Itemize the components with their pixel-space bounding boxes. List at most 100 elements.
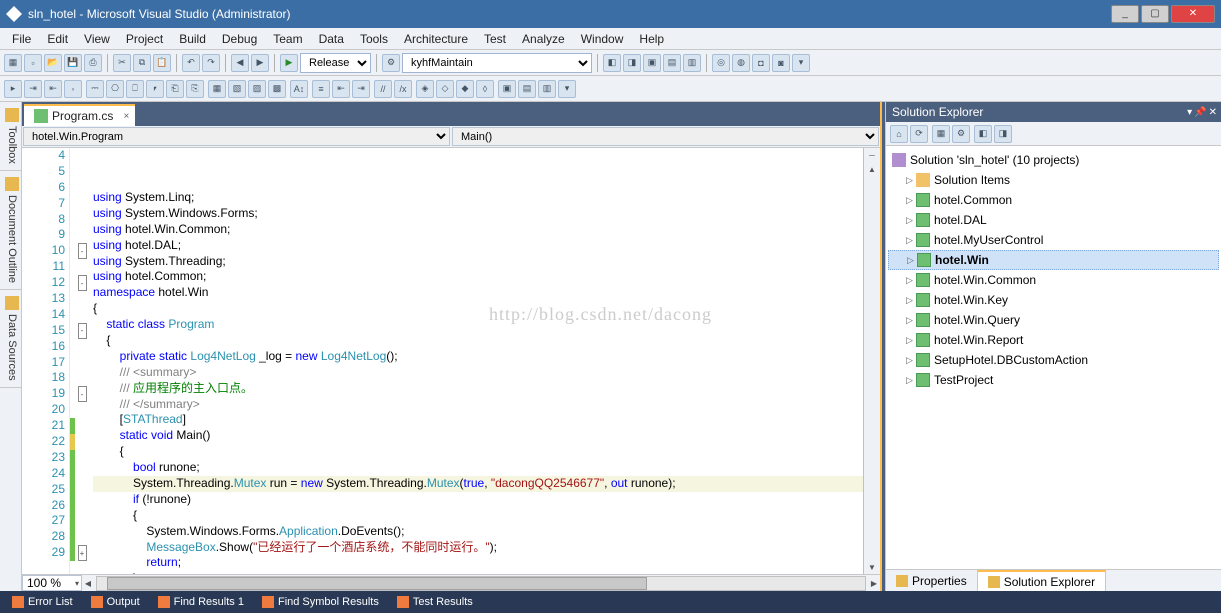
fold-toggle[interactable]: - — [78, 323, 87, 339]
show-all-icon[interactable]: ▦ — [932, 125, 950, 143]
solution-tree[interactable]: Solution 'sln_hotel' (10 projects)▷Solut… — [886, 146, 1221, 569]
code-line[interactable]: using System.Linq; — [93, 190, 863, 206]
solution-node[interactable]: Solution 'sln_hotel' (10 projects) — [888, 150, 1219, 170]
new-file-icon[interactable]: ▫ — [24, 54, 42, 72]
menu-team[interactable]: Team — [265, 30, 310, 48]
code-line[interactable]: bool runone; — [93, 460, 863, 476]
menu-window[interactable]: Window — [573, 30, 632, 48]
tool-icon[interactable]: ▥ — [683, 54, 701, 72]
expand-icon[interactable]: ▷ — [906, 315, 916, 326]
comment-icon[interactable]: // — [374, 80, 392, 98]
indent-icon[interactable]: ⇥ — [352, 80, 370, 98]
text-icon[interactable]: ▨ — [248, 80, 266, 98]
pin-icon[interactable]: × — [124, 111, 130, 122]
code-line[interactable]: static void Main() — [93, 428, 863, 444]
tree-item-hotel-win[interactable]: ▷hotel.Win — [888, 250, 1219, 270]
member-nav-select[interactable]: Main() — [452, 127, 879, 146]
code-line[interactable]: private static Log4NetLog _log = new Log… — [93, 349, 863, 365]
menu-architecture[interactable]: Architecture — [396, 30, 476, 48]
bookmark-icon[interactable]: ◈ — [416, 80, 434, 98]
menu-tools[interactable]: Tools — [352, 30, 396, 48]
tool-icon[interactable]: ▣ — [498, 80, 516, 98]
tree-item-hotel-common[interactable]: ▷hotel.Common — [888, 190, 1219, 210]
code-line[interactable]: { — [93, 508, 863, 524]
vertical-scrollbar[interactable]: ─ ▲ ▼ — [863, 148, 880, 574]
code-line[interactable]: if (!runone) — [93, 492, 863, 508]
bottom-tab-test-results[interactable]: Test Results — [389, 594, 481, 610]
code-line[interactable]: [STAThread] — [93, 412, 863, 428]
expand-icon[interactable]: ▷ — [906, 295, 916, 306]
code-text[interactable]: http://blog.csdn.net/dacong using System… — [89, 148, 863, 574]
exp-tab-solution-explorer[interactable]: Solution Explorer — [978, 570, 1106, 591]
text-icon[interactable]: ⎔ — [106, 80, 124, 98]
text-icon[interactable]: A↕ — [290, 80, 308, 98]
code-line[interactable]: using hotel.Common; — [93, 269, 863, 285]
tree-item-hotel-win-key[interactable]: ▷hotel.Win.Key — [888, 290, 1219, 310]
view-designer-icon[interactable]: ◨ — [994, 125, 1012, 143]
code-line[interactable]: return; — [93, 555, 863, 571]
code-line[interactable]: /// 应用程序的主入口点。 — [93, 381, 863, 397]
tree-item-setuphotel-dbcustomaction[interactable]: ▷SetupHotel.DBCustomAction — [888, 350, 1219, 370]
dropdown-icon[interactable]: ▾ — [1187, 107, 1192, 118]
bookmark-icon[interactable]: ◇ — [436, 80, 454, 98]
nav-back-icon[interactable]: ◀ — [231, 54, 249, 72]
pin-icon[interactable]: 📌 — [1194, 107, 1206, 118]
bottom-tab-error-list[interactable]: Error List — [4, 594, 81, 610]
maximize-button[interactable]: ▢ — [1141, 5, 1169, 23]
code-line[interactable]: MessageBox.Show("已经运行了一个酒店系统，不能同时运行。"); — [93, 540, 863, 556]
tree-item-solution-items[interactable]: ▷Solution Items — [888, 170, 1219, 190]
file-tab-program[interactable]: Program.cs × — [24, 104, 135, 126]
menu-file[interactable]: File — [4, 30, 39, 48]
text-icon[interactable]: ▩ — [268, 80, 286, 98]
tree-item-hotel-win-common[interactable]: ▷hotel.Win.Common — [888, 270, 1219, 290]
indent-icon[interactable]: ⇤ — [332, 80, 350, 98]
home-icon[interactable]: ⌂ — [890, 125, 908, 143]
tree-item-hotel-myusercontrol[interactable]: ▷hotel.MyUserControl — [888, 230, 1219, 250]
class-nav-select[interactable]: hotel.Win.Program — [23, 127, 450, 146]
scroll-left-icon[interactable]: ◀ — [82, 579, 94, 588]
tool-icon[interactable]: ◍ — [732, 54, 750, 72]
code-line[interactable]: { — [93, 444, 863, 460]
text-icon[interactable]: ▧ — [228, 80, 246, 98]
indent-icon[interactable]: ≡ — [312, 80, 330, 98]
code-line[interactable]: using System.Threading; — [93, 254, 863, 270]
expand-icon[interactable]: ▷ — [907, 255, 917, 266]
tool-icon[interactable]: ▤ — [518, 80, 536, 98]
horizontal-scrollbar[interactable] — [96, 576, 866, 591]
save-all-icon[interactable]: ⎙ — [84, 54, 102, 72]
startup-icon[interactable]: ⚙ — [382, 54, 400, 72]
expand-icon[interactable]: ▷ — [906, 195, 916, 206]
fold-toggle[interactable]: + — [78, 545, 87, 561]
side-tab-document-outline[interactable]: Document Outline — [0, 171, 21, 290]
open-file-icon[interactable]: 📂 — [44, 54, 62, 72]
bottom-tab-output[interactable]: Output — [83, 594, 148, 610]
tool-icon[interactable]: ▣ — [643, 54, 661, 72]
refresh-icon[interactable]: ⟳ — [910, 125, 928, 143]
scroll-down-icon[interactable]: ▼ — [864, 560, 880, 574]
tree-item-hotel-win-report[interactable]: ▷hotel.Win.Report — [888, 330, 1219, 350]
startup-select[interactable]: kyhfMaintain — [402, 53, 592, 73]
undo-icon[interactable]: ↶ — [182, 54, 200, 72]
split-icon[interactable]: ─ — [864, 148, 880, 162]
fold-toggle[interactable]: - — [78, 386, 87, 402]
expand-icon[interactable]: ▷ — [906, 375, 916, 386]
copy-icon[interactable]: ⧉ — [133, 54, 151, 72]
tree-item-testproject[interactable]: ▷TestProject — [888, 370, 1219, 390]
text-icon[interactable]: ⎕ — [126, 80, 144, 98]
code-line[interactable]: using hotel.DAL; — [93, 238, 863, 254]
expand-icon[interactable]: ▷ — [906, 335, 916, 346]
code-line[interactable]: using hotel.Win.Common; — [93, 222, 863, 238]
new-project-icon[interactable]: ▦ — [4, 54, 22, 72]
code-line[interactable]: /// <summary> — [93, 365, 863, 381]
menu-view[interactable]: View — [76, 30, 118, 48]
scroll-up-icon[interactable]: ▲ — [864, 162, 880, 176]
text-icon[interactable]: ⎗ — [166, 80, 184, 98]
fold-toggle[interactable]: - — [78, 243, 87, 259]
close-button[interactable]: ✕ — [1171, 5, 1215, 23]
config-select[interactable]: Release — [300, 53, 371, 73]
view-code-icon[interactable]: ◧ — [974, 125, 992, 143]
bookmark-icon[interactable]: ◆ — [456, 80, 474, 98]
paste-icon[interactable]: 📋 — [153, 54, 171, 72]
tool-icon[interactable]: ▾ — [558, 80, 576, 98]
side-tab-data-sources[interactable]: Data Sources — [0, 290, 21, 388]
